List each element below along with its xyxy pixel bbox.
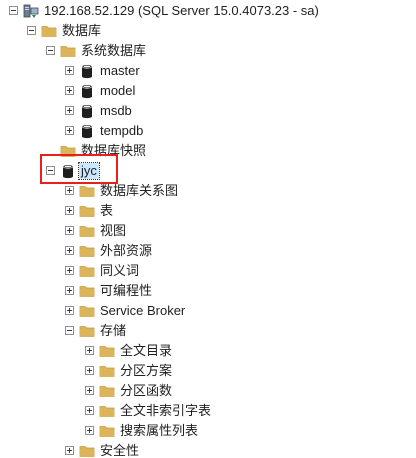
folder-icon (41, 23, 57, 39)
tree-node-jyc-child-1[interactable]: 表 (0, 201, 416, 221)
tree-node-jyc-child-7-label: 存储 (100, 323, 127, 338)
expand-icon[interactable] (65, 206, 74, 215)
tree-node-security[interactable]: 安全性 (0, 441, 416, 458)
folder-icon (79, 183, 95, 199)
folder-icon (60, 43, 76, 59)
folder-icon (79, 303, 95, 319)
tree-node-jyc-child-2[interactable]: 视图 (0, 221, 416, 241)
collapse-icon[interactable] (46, 46, 55, 55)
tree-node-server-label: 192.168.52.129 (SQL Server 15.0.4073.23 … (44, 3, 319, 18)
folder-icon (60, 143, 76, 159)
tree-node-db-jyc-label: jyc (78, 162, 100, 180)
tree-node-storage-child-2-label: 分区函数 (120, 383, 173, 398)
expand-icon[interactable] (65, 226, 74, 235)
expand-icon[interactable] (65, 106, 74, 115)
tree-node-jyc-child-4[interactable]: 同义词 (0, 261, 416, 281)
tree-node-storage-child-4[interactable]: 搜索属性列表 (0, 421, 416, 441)
expand-icon[interactable] (65, 246, 74, 255)
tree-node-snapshots[interactable]: 数据库快照 (0, 141, 416, 161)
server-icon (23, 3, 39, 19)
collapse-icon[interactable] (9, 6, 18, 15)
expand-icon[interactable] (65, 126, 74, 135)
folder-icon (79, 443, 95, 458)
folder-icon (79, 263, 95, 279)
expand-icon[interactable] (65, 86, 74, 95)
tree-node-jyc-child-6-label: Service Broker (100, 303, 186, 318)
collapse-icon[interactable] (65, 326, 74, 335)
tree-node-db-jyc[interactable]: jyc (0, 161, 416, 181)
tree-node-jyc-child-5[interactable]: 可编程性 (0, 281, 416, 301)
tree-node-jyc-child-6[interactable]: Service Broker (0, 301, 416, 321)
folder-icon (79, 243, 95, 259)
expand-icon[interactable] (85, 386, 94, 395)
tree-node-storage-child-3-label: 全文非索引字表 (120, 403, 212, 418)
tree-node-jyc-child-5-label: 可编程性 (100, 283, 153, 298)
tree-node-jyc-child-2-label: 视图 (100, 223, 127, 238)
tree-node-server[interactable]: 192.168.52.129 (SQL Server 15.0.4073.23 … (0, 1, 416, 21)
tree-node-db-model-label: model (100, 83, 136, 98)
folder-icon (79, 323, 95, 339)
tree-node-storage-child-0[interactable]: 全文目录 (0, 341, 416, 361)
tree-node-db-tempdb[interactable]: tempdb (0, 121, 416, 141)
tree-node-snapshots-label: 数据库快照 (81, 143, 147, 158)
database-icon (79, 103, 95, 119)
expand-icon[interactable] (85, 426, 94, 435)
folder-icon (99, 363, 115, 379)
tree-node-storage-child-0-label: 全文目录 (120, 343, 173, 358)
database-icon (79, 83, 95, 99)
tree-node-db-msdb-label: msdb (100, 103, 132, 118)
tree-node-db-model[interactable]: model (0, 81, 416, 101)
tree-node-system-databases[interactable]: 系统数据库 (0, 41, 416, 61)
folder-icon (79, 203, 95, 219)
tree-node-db-msdb[interactable]: msdb (0, 101, 416, 121)
expand-icon[interactable] (65, 446, 74, 455)
tree-node-storage-child-4-label: 搜索属性列表 (120, 423, 199, 438)
tree-node-jyc-child-0[interactable]: 数据库关系图 (0, 181, 416, 201)
folder-icon (99, 403, 115, 419)
folder-icon (99, 423, 115, 439)
tree-node-db-master[interactable]: master (0, 61, 416, 81)
collapse-icon[interactable] (27, 26, 36, 35)
folder-icon (99, 343, 115, 359)
folder-icon (79, 283, 95, 299)
database-icon (79, 123, 95, 139)
tree-node-storage-child-1-label: 分区方案 (120, 363, 173, 378)
database-icon (79, 63, 95, 79)
tree-node-storage-child-2[interactable]: 分区函数 (0, 381, 416, 401)
tree-node-storage-child-3[interactable]: 全文非索引字表 (0, 401, 416, 421)
folder-icon (79, 223, 95, 239)
tree-node-databases-label: 数据库 (62, 23, 102, 38)
database-icon (60, 163, 76, 179)
folder-icon (99, 383, 115, 399)
tree-node-jyc-child-3-label: 外部资源 (100, 243, 153, 258)
expand-icon[interactable] (85, 406, 94, 415)
collapse-icon[interactable] (46, 166, 55, 175)
tree-node-jyc-child-4-label: 同义词 (100, 263, 140, 278)
tree-node-storage-child-1[interactable]: 分区方案 (0, 361, 416, 381)
object-explorer-tree: 192.168.52.129 (SQL Server 15.0.4073.23 … (0, 0, 416, 458)
expand-icon[interactable] (65, 186, 74, 195)
tree-node-jyc-child-0-label: 数据库关系图 (100, 183, 179, 198)
expand-icon[interactable] (85, 366, 94, 375)
tree-node-db-master-label: master (100, 63, 140, 78)
expand-icon[interactable] (65, 266, 74, 275)
tree-node-db-tempdb-label: tempdb (100, 123, 144, 138)
tree-node-databases[interactable]: 数据库 (0, 21, 416, 41)
expand-icon[interactable] (65, 306, 74, 315)
tree-node-jyc-child-1-label: 表 (100, 203, 114, 218)
tree-node-security-label: 安全性 (100, 443, 140, 458)
expand-icon[interactable] (65, 286, 74, 295)
expand-icon[interactable] (65, 66, 74, 75)
tree-node-jyc-child-3[interactable]: 外部资源 (0, 241, 416, 261)
tree-node-system-databases-label: 系统数据库 (81, 43, 147, 58)
tree-node-jyc-child-7[interactable]: 存储 (0, 321, 416, 341)
expand-icon[interactable] (85, 346, 94, 355)
